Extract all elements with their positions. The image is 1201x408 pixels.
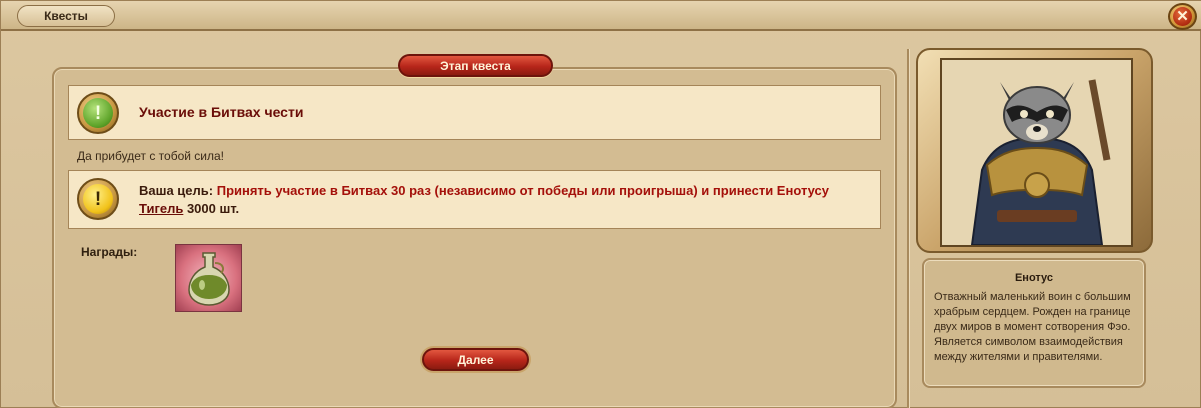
- quest-title-row: ! Участие в Битвах чести: [68, 85, 881, 140]
- potion-flask-icon: [187, 252, 230, 306]
- goal-amount: 3000 шт.: [183, 201, 240, 216]
- npc-portrait: [940, 58, 1133, 247]
- npc-portrait-frame: [916, 48, 1153, 253]
- window-header: Квесты ✕: [1, 1, 1201, 31]
- raccoon-warrior-icon: [942, 60, 1131, 245]
- next-button[interactable]: Далее: [422, 348, 529, 371]
- quest-stage-label: Этап квеста: [398, 54, 553, 77]
- npc-description: Отважный маленький воин с большим храбры…: [934, 291, 1131, 363]
- close-icon: ✕: [1173, 7, 1192, 26]
- quest-subtitle: Да прибудет с тобой сила!: [77, 149, 224, 163]
- quest-title: Участие в Битвах чести: [139, 104, 304, 120]
- rewards-label: Награды:: [81, 245, 138, 259]
- quest-status-badge: !: [77, 92, 119, 134]
- goal-item-link[interactable]: Тигель: [139, 201, 183, 216]
- quest-goal-badge: !: [77, 178, 119, 220]
- quest-goal-row: ! Ваша цель: Принять участие в Битвах 30…: [68, 170, 881, 229]
- goal-prefix: Ваша цель:: [139, 183, 217, 198]
- goal-description: Принять участие в Битвах 30 раз (независ…: [216, 183, 830, 198]
- panel-divider: [907, 49, 909, 408]
- exclamation-green-icon: !: [83, 98, 113, 128]
- tab-quests[interactable]: Квесты: [17, 5, 115, 27]
- npc-name: Енотус: [1014, 272, 1054, 284]
- reward-item-slot[interactable]: [175, 244, 242, 312]
- exclamation-yellow-icon: !: [83, 184, 113, 214]
- quest-goal-text: Ваша цель: Принять участие в Битвах 30 р…: [139, 182, 869, 218]
- npc-info-panel: Енотус Отважный маленький воин с большим…: [922, 258, 1146, 388]
- quest-window: Квесты ✕ Этап квеста ! Участие в Битвах …: [0, 0, 1201, 408]
- close-button[interactable]: ✕: [1168, 3, 1197, 30]
